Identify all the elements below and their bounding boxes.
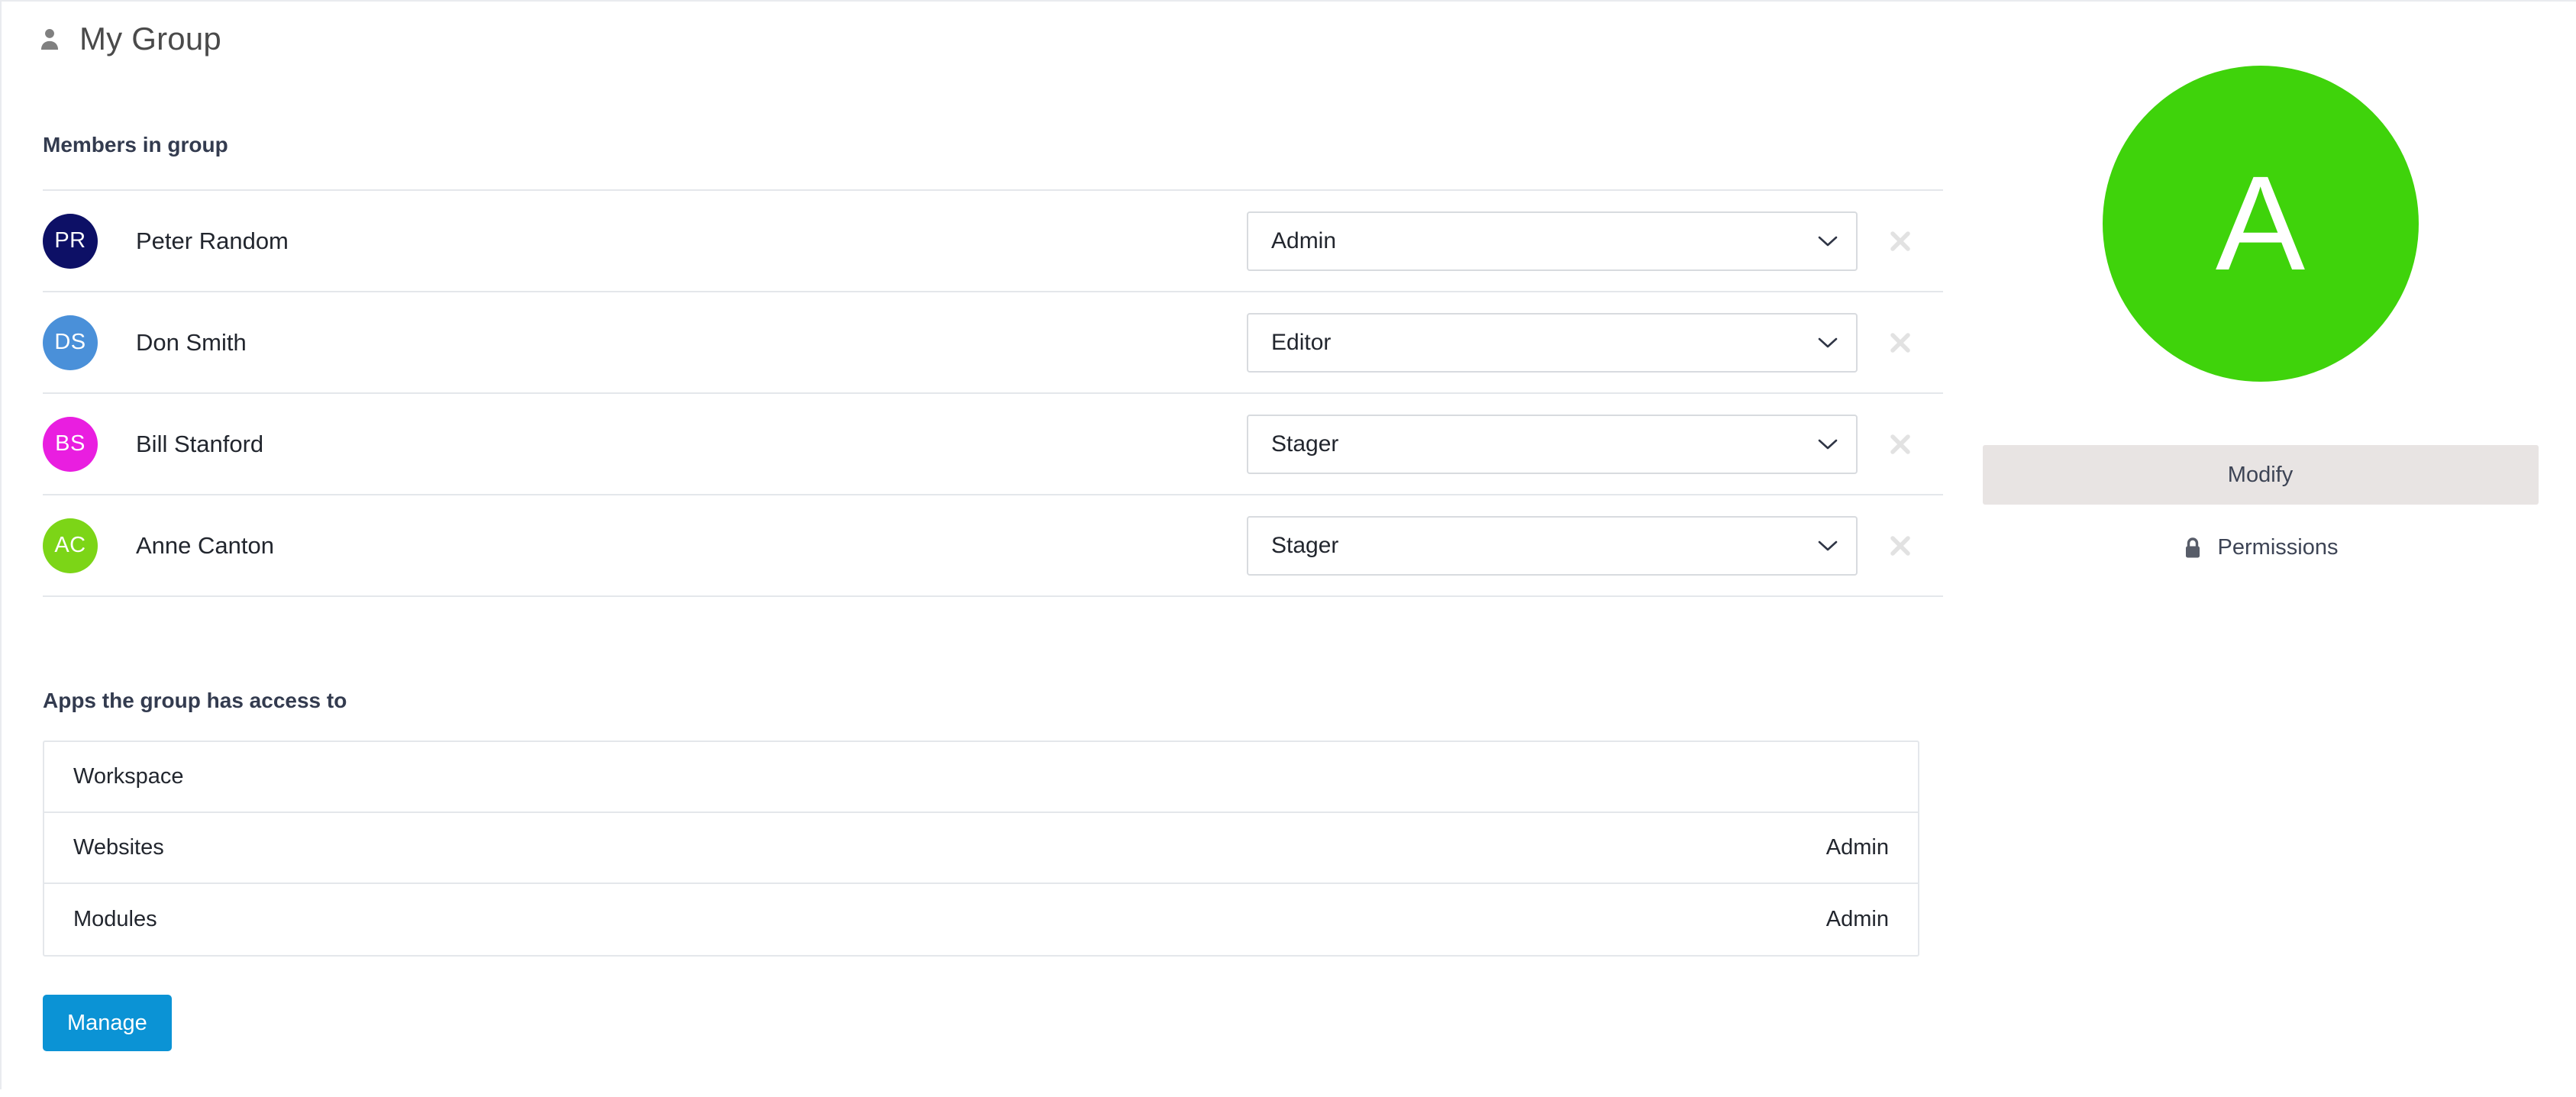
table-row[interactable]: Workspace: [44, 742, 1918, 813]
table-row: AC Anne Canton Stager: [43, 495, 1943, 597]
avatar: BS: [43, 416, 98, 472]
members-list: PR Peter Random Admin DS Don Smith Edito…: [43, 189, 1943, 597]
page-layout: Members in group PR Peter Random Admin D…: [2, 49, 2576, 1097]
apps-table: Workspace Websites Admin Modules Admin: [43, 740, 1919, 957]
manage-button-wrap: Manage: [43, 957, 1945, 1097]
close-icon: [1890, 231, 1910, 251]
table-row: BS Bill Stanford Stager: [43, 394, 1943, 495]
avatar-initials: DS: [54, 330, 86, 354]
member-role-select-wrapper: Editor: [1247, 312, 1858, 373]
group-avatar: A: [2102, 66, 2419, 382]
group-avatar-letter: A: [2215, 149, 2306, 298]
remove-member-button[interactable]: [1858, 533, 1943, 559]
apps-section-heading: Apps the group has access to: [43, 689, 347, 712]
member-name: Don Smith: [136, 328, 247, 356]
modify-button[interactable]: Modify: [1982, 445, 2539, 505]
manage-button[interactable]: Manage: [43, 995, 172, 1051]
avatar: PR: [43, 213, 98, 269]
member-role-value: Admin: [1271, 227, 1337, 253]
main-content: Members in group PR Peter Random Admin D…: [2, 49, 1945, 1097]
table-row[interactable]: Modules Admin: [44, 884, 1918, 955]
member-role-value: Editor: [1271, 329, 1332, 355]
app-name: Modules: [73, 907, 157, 931]
remove-member-button[interactable]: [1858, 431, 1943, 457]
avatar-initials: AC: [54, 533, 86, 557]
member-role-select-wrapper: Stager: [1247, 515, 1858, 576]
member-role-select[interactable]: Admin: [1247, 211, 1858, 271]
permissions-link[interactable]: Permissions: [1945, 535, 2576, 560]
close-icon: [1890, 332, 1910, 353]
member-role-select-wrapper: Stager: [1247, 414, 1858, 474]
avatar-initials: PR: [54, 228, 86, 253]
member-role-value: Stager: [1271, 532, 1339, 558]
member-name: Anne Canton: [136, 531, 274, 559]
member-role-select[interactable]: Stager: [1247, 515, 1858, 576]
member-name: Bill Stanford: [136, 430, 264, 457]
avatar: AC: [43, 518, 98, 573]
member-role-select[interactable]: Stager: [1247, 414, 1858, 474]
member-role-select-wrapper: Admin: [1247, 211, 1858, 271]
page-header: My Group: [2, 2, 2576, 55]
close-icon: [1890, 434, 1910, 454]
member-role-value: Stager: [1271, 431, 1339, 457]
members-section-heading: Members in group: [43, 133, 228, 156]
members-heading-wrap: Members in group: [43, 49, 1945, 156]
close-icon: [1890, 535, 1910, 556]
app-name: Workspace: [73, 764, 184, 789]
table-row: DS Don Smith Editor: [43, 292, 1943, 394]
table-row[interactable]: Websites Admin: [44, 813, 1918, 884]
app-role: Admin: [1825, 835, 1889, 860]
app-role: Admin: [1825, 907, 1889, 931]
remove-member-button[interactable]: [1858, 330, 1943, 356]
avatar-initials: BS: [55, 431, 86, 456]
table-row: PR Peter Random Admin: [43, 191, 1943, 292]
apps-heading-wrap: Apps the group has access to: [43, 597, 1945, 711]
remove-member-button[interactable]: [1858, 228, 1943, 254]
member-role-select[interactable]: Editor: [1247, 312, 1858, 373]
group-panel: A Modify Permissions: [1945, 49, 2576, 560]
member-name: Peter Random: [136, 227, 289, 254]
lock-icon: [2185, 537, 2200, 557]
app-name: Websites: [73, 835, 164, 860]
permissions-label: Permissions: [2217, 535, 2339, 560]
avatar: DS: [43, 315, 98, 370]
